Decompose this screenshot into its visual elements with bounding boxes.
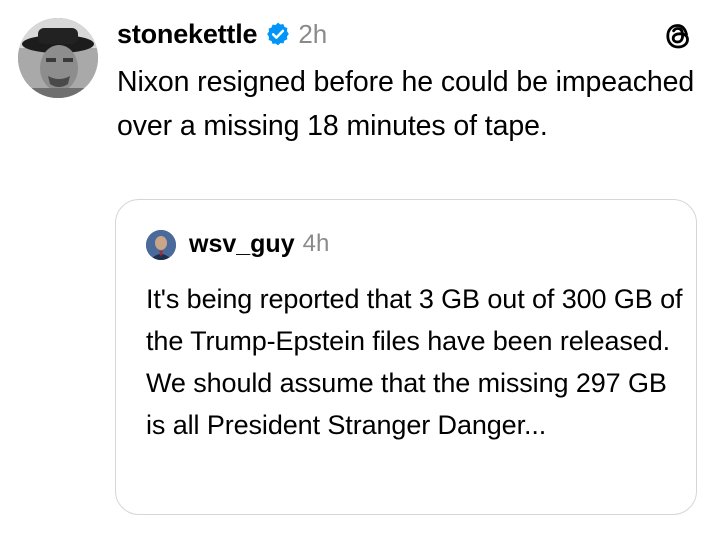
- quoted-post-timestamp: 4h: [302, 230, 330, 257]
- quoted-author-avatar[interactable]: [146, 230, 176, 260]
- quoted-post-header: wsv_guy 4h: [189, 226, 329, 262]
- quoted-post-card[interactable]: wsv_guy 4h It's being reported that 3 GB…: [115, 199, 697, 515]
- post-header: stonekettle 2h: [117, 14, 327, 54]
- author-username[interactable]: stonekettle: [117, 19, 258, 50]
- author-avatar[interactable]: [18, 18, 98, 98]
- quoted-post-text: It's being reported that 3 GB out of 300…: [146, 284, 683, 440]
- post-text: Nixon resigned before he could be impeac…: [117, 66, 695, 142]
- threads-logo-icon[interactable]: [660, 18, 696, 54]
- verified-badge-icon: [265, 21, 291, 47]
- post-timestamp: 2h: [298, 18, 328, 49]
- quoted-author-username[interactable]: wsv_guy: [189, 230, 295, 259]
